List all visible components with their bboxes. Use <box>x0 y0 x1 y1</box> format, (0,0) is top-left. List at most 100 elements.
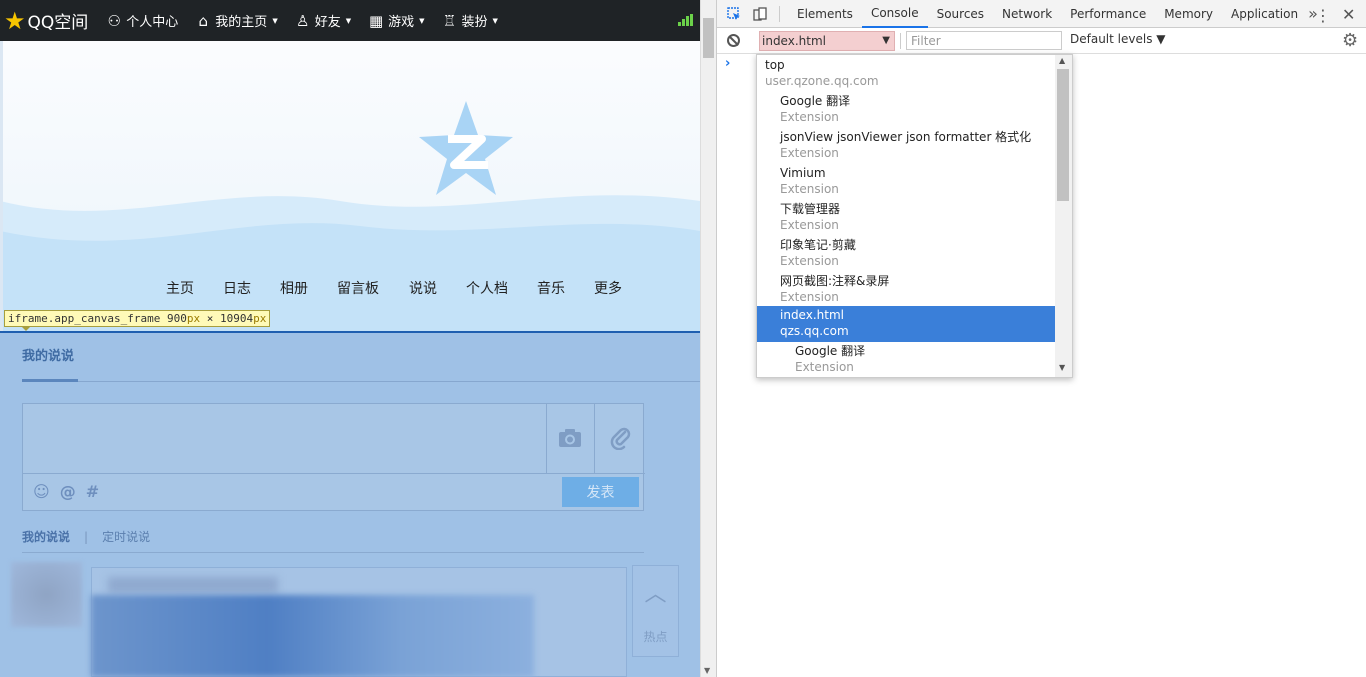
page-nav-item[interactable]: 说说 <box>409 278 437 298</box>
scroll-down-arrow-icon[interactable]: ▼ <box>1059 363 1065 372</box>
context-menu-item[interactable]: index.html qzs.qq.com <box>757 306 1055 342</box>
topnav-item-1[interactable]: ⌂ 我的主页 ▼ <box>195 11 278 31</box>
screen: ★ QQ空间 ⚇ 个人中心 ⌂ 我的主页 ▼ ♙ 好友 ▼ ▦ 游戏 ▼ ♖ 装扮 ▼ 主页 日志 相册 留言板… <box>0 0 1366 677</box>
context-selector-value: index.html <box>762 34 826 48</box>
devtools-tabbar: Elements Console Sources Network Performance… <box>717 0 1366 28</box>
gear-icon[interactable]: ⚙ <box>1342 30 1358 51</box>
context-item-origin: user.qzone.qq.com <box>765 74 879 88</box>
context-menu-item[interactable]: 印象笔记·剪藏 Extension <box>757 236 1055 272</box>
tab-application[interactable]: Application <box>1222 0 1307 28</box>
context-menu-item[interactable]: 下载管理器 Extension <box>757 200 1055 236</box>
toolbar-separator <box>779 5 780 22</box>
devtools-tab-list: Elements Console Sources Network Performance… <box>788 0 1307 28</box>
context-item-name: 印象笔记·剪藏 <box>780 238 856 252</box>
blurred-username <box>108 577 278 593</box>
kebab-menu-icon[interactable]: ⋮ <box>1315 6 1331 25</box>
context-item-name: Google 翻译 <box>795 344 866 358</box>
scrollbar-thumb[interactable] <box>703 18 714 58</box>
inspect-tooltip: iframe.app_canvas_frame 900px × 10904px <box>4 310 271 331</box>
context-menu-item[interactable]: Vimium Extension <box>757 164 1055 200</box>
topnav-item-4[interactable]: ♖ 装扮 ▼ <box>442 11 498 31</box>
hot-label[interactable]: 热点 <box>633 628 678 645</box>
page-nav-item[interactable]: 个人档 <box>466 278 508 298</box>
device-toolbar-icon[interactable] <box>753 6 767 21</box>
blurred-feed-image <box>91 595 534 677</box>
context-item-name: Google 翻译 <box>780 94 851 108</box>
qzone-star-icon: ★ <box>4 6 26 35</box>
tooltip-times: × <box>206 312 214 325</box>
context-item-origin: Extension <box>780 146 839 160</box>
log-levels-dropdown[interactable]: Default levels ▼ <box>1070 32 1166 46</box>
tooltip-selector: iframe.app_canvas_frame <box>8 312 161 325</box>
context-menu-item[interactable]: Google 翻译 Extension <box>757 92 1055 128</box>
page-nav-item[interactable]: 日志 <box>223 278 251 298</box>
scrollbar-thumb[interactable] <box>1057 69 1069 201</box>
context-item-origin: Extension <box>795 360 854 374</box>
side-hot-panel[interactable]: ︿ 热点 <box>632 565 679 657</box>
qzone-page: ★ QQ空间 ⚇ 个人中心 ⌂ 我的主页 ▼ ♙ 好友 ▼ ▦ 游戏 ▼ ♖ 装扮 ▼ 主页 日志 相册 留言板… <box>0 0 716 677</box>
page-nav-item[interactable]: 更多 <box>594 278 622 298</box>
chevron-down-icon: ▼ <box>419 16 425 25</box>
signal-icon <box>678 14 693 26</box>
devtools-panel: Elements Console Sources Network Performance… <box>716 0 1366 677</box>
qzone-logo-text: QQ空间 <box>27 13 89 33</box>
context-item-name: top <box>765 58 785 72</box>
topnav-item-2[interactable]: ♙ 好友 ▼ <box>295 11 352 31</box>
close-icon[interactable]: ✕ <box>1342 5 1355 24</box>
menu-scrollbar[interactable]: ▲ ▼ <box>1055 55 1072 377</box>
tab-sources[interactable]: Sources <box>928 0 993 28</box>
camera-icon[interactable] <box>558 428 582 448</box>
page-nav-item[interactable]: 音乐 <box>537 278 565 298</box>
scroll-up-arrow-icon[interactable]: ▲ <box>1059 56 1065 65</box>
tab-elements[interactable]: Elements <box>788 0 862 28</box>
console-prompt[interactable]: › <box>725 56 730 71</box>
tooltip-unit: px <box>186 312 201 325</box>
chevron-up-icon[interactable]: ︿ <box>633 576 678 608</box>
page-scrollbar[interactable]: ▼ <box>700 0 716 677</box>
emoji-icon[interactable]: ☺ <box>33 482 50 501</box>
topnav-item-0[interactable]: ⚇ 个人中心 <box>106 11 179 31</box>
topnav-item-3[interactable]: ▦ 游戏 ▼ <box>368 11 425 31</box>
tab-memory[interactable]: Memory <box>1155 0 1222 28</box>
context-menu-item[interactable]: jsonView jsonViewer json formatter 格式化 Ex… <box>757 128 1055 164</box>
tab-divider: | <box>84 529 89 544</box>
hashtag-icon[interactable]: # <box>86 482 99 501</box>
context-item-name: 网页截图:注释&录屏 <box>780 274 890 288</box>
tab-scheduled-shuoshuo[interactable]: 定时说说 <box>102 528 150 545</box>
context-selector[interactable]: index.html ▼ <box>759 31 895 51</box>
context-item-origin: qzs.qq.com <box>780 324 849 338</box>
scroll-down-arrow-icon[interactable]: ▼ <box>704 666 710 675</box>
context-menu-item[interactable]: Google 翻译 Extension <box>757 342 1055 377</box>
context-menu-item[interactable]: 网页截图:注释&录屏 Extension <box>757 272 1055 308</box>
chevron-down-icon: ▼ <box>345 16 352 25</box>
qzone-banner: 主页 日志 相册 留言板 说说 个人档 音乐 更多 <box>0 41 700 331</box>
clear-console-icon[interactable] <box>727 34 740 47</box>
tab-network[interactable]: Network <box>993 0 1061 28</box>
status-editor[interactable]: ☺ @ # 发表 <box>22 403 645 511</box>
post-button[interactable]: 发表 <box>562 477 639 507</box>
page-left-strip <box>0 41 3 331</box>
tab-performance[interactable]: Performance <box>1061 0 1155 28</box>
shuoshuo-subtabs: 我的说说 | 定时说说 <box>22 528 150 545</box>
tab-console[interactable]: Console <box>861 0 928 28</box>
context-item-name: jsonView jsonViewer json formatter 格式化 <box>780 130 1032 144</box>
page-nav-item[interactable]: 相册 <box>280 278 308 298</box>
page-nav-item[interactable]: 留言板 <box>337 278 379 298</box>
mention-icon[interactable]: @ <box>60 482 76 501</box>
inspect-element-icon[interactable] <box>727 6 741 21</box>
home-icon: ⌂ <box>198 11 209 30</box>
page-nav-item[interactable]: 主页 <box>166 278 194 298</box>
editor-tools: ☺ @ # <box>33 482 99 501</box>
tooltip-height: 10904 <box>219 312 254 325</box>
avatar[interactable] <box>11 562 82 627</box>
context-menu-item[interactable]: top user.qzone.qq.com <box>757 56 1055 92</box>
context-item-origin: Extension <box>780 110 839 124</box>
filter-input[interactable] <box>906 31 1062 50</box>
grid-icon: ▦ <box>369 11 384 30</box>
topnav-label: 装扮 <box>461 15 488 30</box>
shuoshuo-title[interactable]: 我的说说 <box>22 345 74 364</box>
qzone-logo[interactable]: ★ QQ空间 <box>0 6 89 35</box>
context-item-origin: Extension <box>780 182 839 196</box>
tab-my-shuoshuo[interactable]: 我的说说 <box>22 528 70 545</box>
attachment-icon[interactable] <box>609 426 633 450</box>
